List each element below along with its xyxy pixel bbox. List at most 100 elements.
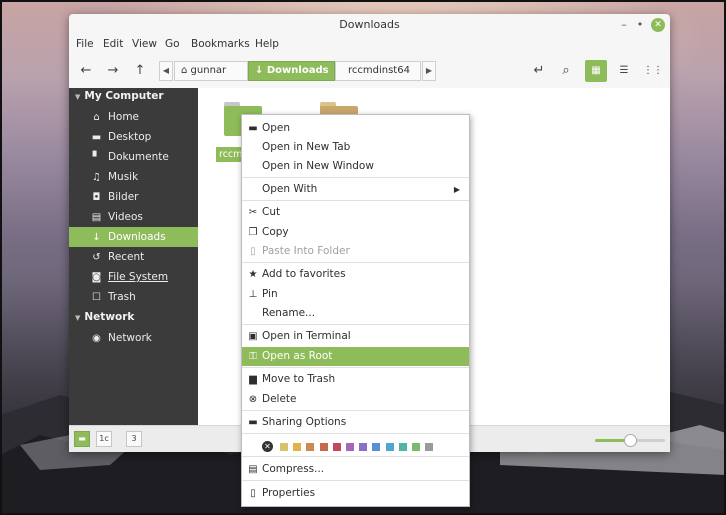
- breadcrumb-next-icon[interactable]: ▶: [422, 61, 436, 81]
- section-title: Network: [84, 311, 135, 323]
- sidebar-item-file-system[interactable]: ◙ File System: [69, 267, 198, 287]
- menu-item-label: Open in New Window: [262, 160, 374, 172]
- color-tag-swatch[interactable]: [412, 443, 420, 451]
- menu-item-delete[interactable]: ⊗ Delete: [242, 390, 469, 409]
- download-icon: ↓: [92, 232, 101, 243]
- back-button[interactable]: ←: [75, 60, 97, 82]
- menu-item-properties[interactable]: ▯ Properties: [242, 484, 469, 503]
- color-tag-swatch[interactable]: [306, 443, 315, 451]
- show-treeview-button[interactable]: 1c: [96, 431, 112, 447]
- breadcrumb-rccmdinst64[interactable]: rccmdinst64: [335, 61, 421, 81]
- color-tag-swatch[interactable]: [385, 443, 394, 451]
- up-button[interactable]: ↑: [129, 60, 151, 82]
- menu-item-label: Rename...: [262, 307, 316, 319]
- color-tag-swatch[interactable]: [425, 443, 434, 451]
- sidebar-item-videos[interactable]: ▤ Videos: [69, 207, 198, 227]
- menu-item-compress[interactable]: ▤ Compress...: [242, 460, 469, 479]
- menu-item-open-in-new-window[interactable]: Open in New Window: [242, 157, 469, 176]
- sidebar-item-label: Musik: [108, 171, 139, 183]
- menu-view[interactable]: View: [132, 38, 157, 50]
- menu-item-copy[interactable]: ❐ Copy: [242, 223, 469, 242]
- sidebar-item-label: Home: [108, 111, 140, 123]
- list-view-button[interactable]: ☰: [613, 60, 635, 82]
- clear-tag-icon[interactable]: ✕: [262, 441, 273, 452]
- collapse-triangle-icon: ▼: [75, 314, 81, 322]
- sidebar-section-my-computer[interactable]: ▼ My Computer: [75, 90, 164, 102]
- sidebar-item-downloads[interactable]: ↓ Downloads: [69, 227, 198, 247]
- menu-file[interactable]: File: [76, 38, 94, 50]
- menu-item-label: Add to favorites: [262, 268, 346, 280]
- color-tag-swatch[interactable]: [372, 443, 381, 451]
- menu-edit[interactable]: Edit: [103, 38, 123, 50]
- menu-item-add-to-favorites[interactable]: ★ Add to favorites: [242, 265, 469, 284]
- color-tag-swatch[interactable]: [293, 443, 302, 451]
- toggle-location-button[interactable]: ↵: [528, 60, 550, 82]
- menu-item-open[interactable]: ▬ Open: [242, 119, 469, 138]
- color-tag-swatch[interactable]: [319, 443, 328, 451]
- zoom-slider[interactable]: [595, 434, 665, 447]
- zoom-slider-handle[interactable]: [624, 434, 637, 447]
- folder-icon: ▬: [248, 123, 258, 134]
- sidebar-item-trash[interactable]: ☐ Trash: [69, 287, 198, 307]
- share-icon: ▬: [248, 417, 258, 428]
- menu-item-open-with[interactable]: Open With ▶: [242, 180, 469, 199]
- forward-button[interactable]: →: [102, 60, 124, 82]
- color-tag-swatch[interactable]: [398, 443, 407, 451]
- menu-item-label: Delete: [262, 393, 297, 405]
- properties-icon: ▯: [250, 488, 256, 499]
- close-button[interactable]: ✕: [651, 18, 665, 32]
- menu-separator: [242, 262, 469, 263]
- menu-separator: [242, 367, 469, 368]
- hide-sidebar-button[interactable]: 3: [126, 431, 142, 447]
- menu-go[interactable]: Go: [165, 38, 180, 50]
- color-tag-swatch[interactable]: [346, 443, 354, 451]
- sidebar-item-home[interactable]: ⌂ Home: [69, 107, 198, 127]
- show-places-button[interactable]: ▬: [74, 431, 90, 447]
- menu-item-cut[interactable]: ✂ Cut: [242, 203, 469, 222]
- menu-item-open-in-terminal[interactable]: ▣ Open in Terminal: [242, 327, 469, 346]
- section-title: My Computer: [84, 90, 164, 102]
- sidebar-item-network[interactable]: ◉ Network: [69, 328, 198, 348]
- menu-separator: [242, 324, 469, 325]
- menu-item-rename[interactable]: Rename...: [242, 304, 469, 323]
- sidebar-item-desktop[interactable]: ▬ Desktop: [69, 127, 198, 147]
- menu-item-open-as-root[interactable]: ⚿ Open as Root: [242, 347, 469, 366]
- breadcrumb-prev-icon[interactable]: ◀: [159, 61, 173, 81]
- menu-bookmarks[interactable]: Bookmarks: [191, 38, 250, 50]
- context-menu: ▬ Open Open in New Tab Open in New Window Op…: [241, 114, 470, 507]
- sidebar-item-recent[interactable]: ↺ Recent: [69, 247, 198, 267]
- menu-item-label: Pin: [262, 288, 278, 300]
- copy-icon: ❐: [248, 227, 258, 238]
- sidebar-item-label: Recent: [108, 251, 145, 263]
- breadcrumb-downloads[interactable]: ↓ Downloads: [248, 61, 335, 81]
- compact-view-button[interactable]: ⋮⋮: [642, 60, 664, 82]
- menu-item-move-to-trash[interactable]: ▆ Move to Trash: [242, 370, 469, 389]
- sidebar-item-label: Desktop: [108, 131, 152, 143]
- trash-icon: ▆: [249, 374, 257, 385]
- menu-item-pin[interactable]: ⊥ Pin: [242, 285, 469, 304]
- menu-item-paste-into-folder: ▯ Paste Into Folder: [242, 242, 469, 261]
- icon-view-button[interactable]: ▦: [585, 60, 607, 82]
- menu-help[interactable]: Help: [255, 38, 279, 50]
- sidebar-section-network[interactable]: ▼ Network: [75, 311, 134, 323]
- menu-item-label: Open With: [262, 183, 318, 195]
- color-tag-swatch[interactable]: [332, 443, 341, 451]
- breadcrumb-home[interactable]: ⌂ gunnar: [174, 61, 248, 81]
- menu-item-sharing-options[interactable]: ▬ Sharing Options: [242, 413, 469, 432]
- sidebar-item-bilder[interactable]: ◘ Bilder: [69, 187, 198, 207]
- window-title: Downloads: [339, 18, 400, 31]
- drive-icon: ◙: [91, 272, 102, 283]
- color-tag-swatch[interactable]: [280, 443, 288, 451]
- maximize-button[interactable]: •: [632, 17, 648, 33]
- search-button[interactable]: ⌕: [555, 60, 577, 82]
- menu-separator: [242, 177, 469, 178]
- sidebar: ▼ My Computer ⌂ Home ▬ Desktop ▘ Dokumente ♫…: [69, 88, 198, 425]
- sidebar-item-musik[interactable]: ♫ Musik: [69, 167, 198, 187]
- menu-separator: [242, 433, 469, 434]
- color-tag-swatch[interactable]: [359, 443, 368, 451]
- minimize-button[interactable]: –: [616, 17, 632, 33]
- menu-item-open-in-new-tab[interactable]: Open in New Tab: [242, 138, 469, 157]
- desktop-icon: ▬: [91, 132, 102, 143]
- menu-item-label: Open: [262, 122, 291, 134]
- sidebar-item-dokumente[interactable]: ▘ Dokumente: [69, 147, 198, 167]
